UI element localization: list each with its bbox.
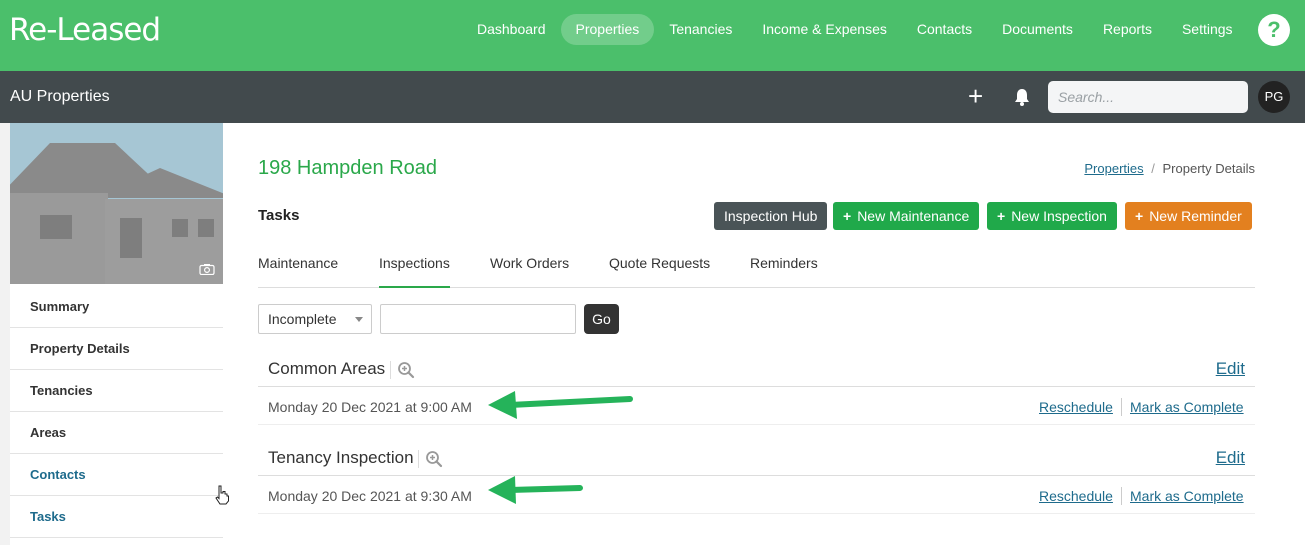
top-navigation-bar: Re-Leased Dashboard Properties Tenancies… [0,0,1305,71]
inspection-name: Tenancy Inspection [268,448,414,467]
sidebar-item-summary[interactable]: Summary [10,286,223,328]
plus-icon: + [843,208,852,224]
main-nav: Dashboard Properties Tenancies Income & … [462,14,1248,45]
section-heading: Tasks [258,207,300,224]
inspection-datetime: Monday 20 Dec 2021 at 9:00 AM [268,399,472,415]
plus-icon: + [1135,208,1144,224]
divider [418,450,419,468]
zoom-in-icon[interactable] [425,450,443,468]
new-inspection-label: New Inspection [1011,208,1107,224]
reschedule-link[interactable]: Reschedule [1039,488,1113,504]
status-filter-select[interactable]: Incomplete [258,304,372,334]
status-filter-value: Incomplete [268,311,337,327]
bell-icon[interactable] [1012,87,1032,107]
inspection-header: Common Areas Edit [258,353,1255,387]
breadcrumb-current: Property Details [1162,161,1255,176]
page-title: 198 Hampden Road [258,157,438,179]
nav-documents[interactable]: Documents [987,14,1088,45]
inspection-hub-label: Inspection Hub [724,208,818,224]
sidebar-item-areas[interactable]: Areas [10,412,223,454]
inspection-datetime: Monday 20 Dec 2021 at 9:30 AM [268,488,472,504]
avatar[interactable]: PG [1258,81,1290,113]
nav-reports[interactable]: Reports [1088,14,1167,45]
sidebar-item-tasks[interactable]: Tasks [10,496,223,538]
task-tabs: Maintenance Inspections Work Orders Quot… [258,244,1255,288]
reschedule-link[interactable]: Reschedule [1039,399,1113,415]
sidebar-item-property-details[interactable]: Property Details [10,328,223,370]
tab-work-orders[interactable]: Work Orders [490,255,569,271]
zoom-in-icon[interactable] [397,361,415,379]
edit-link[interactable]: Edit [1216,359,1245,379]
nav-tenancies[interactable]: Tenancies [654,14,747,45]
search-input[interactable] [1048,81,1248,113]
mark-complete-link[interactable]: Mark as Complete [1130,488,1244,504]
edit-link[interactable]: Edit [1216,448,1245,468]
inspection-name: Common Areas [268,359,386,378]
house-placeholder-icon [10,123,223,284]
new-maintenance-button[interactable]: + New Maintenance [833,202,980,230]
sidebar-item-contacts[interactable]: Contacts [10,454,223,496]
inspection-row: Monday 20 Dec 2021 at 9:00 AM Reschedule… [258,388,1255,425]
breadcrumb-separator: / [1151,161,1155,176]
app-logo[interactable]: Re-Leased [9,12,161,48]
nav-properties[interactable]: Properties [560,14,655,45]
divider [1121,398,1122,416]
sidebar-panel: Summary Property Details Tenancies Areas… [10,123,223,545]
tab-quote-requests[interactable]: Quote Requests [609,255,710,271]
tab-maintenance[interactable]: Maintenance [258,255,338,271]
filter-text-input[interactable] [380,304,576,334]
sidebar-item-tenancies[interactable]: Tenancies [10,370,223,412]
plus-icon: + [997,208,1006,224]
chevron-down-icon [355,317,363,322]
inspection-row: Monday 20 Dec 2021 at 9:30 AM Reschedule… [258,477,1255,514]
inspection-hub-button[interactable]: Inspection Hub [714,202,828,230]
inspection-header: Tenancy Inspection Edit [258,442,1255,476]
breadcrumb: Properties / Property Details [1084,161,1255,176]
mark-complete-link[interactable]: Mark as Complete [1130,399,1244,415]
tab-inspections[interactable]: Inspections [379,255,450,288]
go-button[interactable]: Go [584,304,619,334]
tab-reminders[interactable]: Reminders [750,255,818,271]
add-icon[interactable]: + [968,83,983,109]
new-inspection-button[interactable]: + New Inspection [987,202,1117,230]
account-title: AU Properties [10,88,110,105]
new-reminder-label: New Reminder [1149,208,1242,224]
property-photo[interactable] [10,123,223,284]
account-bar: AU Properties + [0,71,1305,123]
help-icon[interactable]: ? [1258,14,1290,46]
sidebar: Summary Property Details Tenancies Areas… [0,123,223,545]
nav-income-expenses[interactable]: Income & Expenses [747,14,902,45]
nav-settings[interactable]: Settings [1167,14,1248,45]
divider [1121,487,1122,505]
camera-icon[interactable] [199,263,215,275]
divider [390,361,391,379]
nav-contacts[interactable]: Contacts [902,14,987,45]
hand-cursor-icon [215,485,229,505]
nav-dashboard[interactable]: Dashboard [462,14,561,45]
breadcrumb-properties-link[interactable]: Properties [1084,161,1143,176]
new-reminder-button[interactable]: + New Reminder [1125,202,1252,230]
new-maintenance-label: New Maintenance [857,208,970,224]
